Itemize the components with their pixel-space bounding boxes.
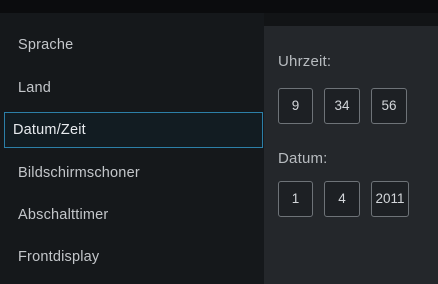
menu-item-datum-zeit[interactable]: Datum/Zeit — [4, 112, 263, 148]
minute-field[interactable]: 34 — [324, 88, 360, 124]
top-band — [0, 0, 438, 13]
time-label: Uhrzeit: — [278, 53, 332, 70]
menu-item-sprache[interactable]: Sprache — [6, 28, 262, 62]
menu-item-frontdisplay[interactable]: Frontdisplay — [6, 240, 262, 274]
hour-field[interactable]: 9 — [278, 88, 313, 124]
menu-item-abschalttimer[interactable]: Abschalttimer — [6, 198, 262, 232]
month-field[interactable]: 4 — [324, 181, 360, 217]
year-field[interactable]: 2011 — [371, 181, 409, 217]
settings-menu: Sprache Land Datum/Zeit Bildschirmschone… — [0, 13, 264, 284]
second-field[interactable]: 56 — [371, 88, 407, 124]
date-label: Datum: — [278, 150, 328, 167]
settings-screen: Sprache Land Datum/Zeit Bildschirmschone… — [0, 0, 438, 284]
menu-item-bildschirmschoner[interactable]: Bildschirmschoner — [6, 156, 262, 190]
datetime-panel: Uhrzeit: 9 34 56 Datum: 1 4 2011 — [264, 26, 438, 284]
menu-item-land[interactable]: Land — [6, 71, 262, 105]
day-field[interactable]: 1 — [278, 181, 313, 217]
